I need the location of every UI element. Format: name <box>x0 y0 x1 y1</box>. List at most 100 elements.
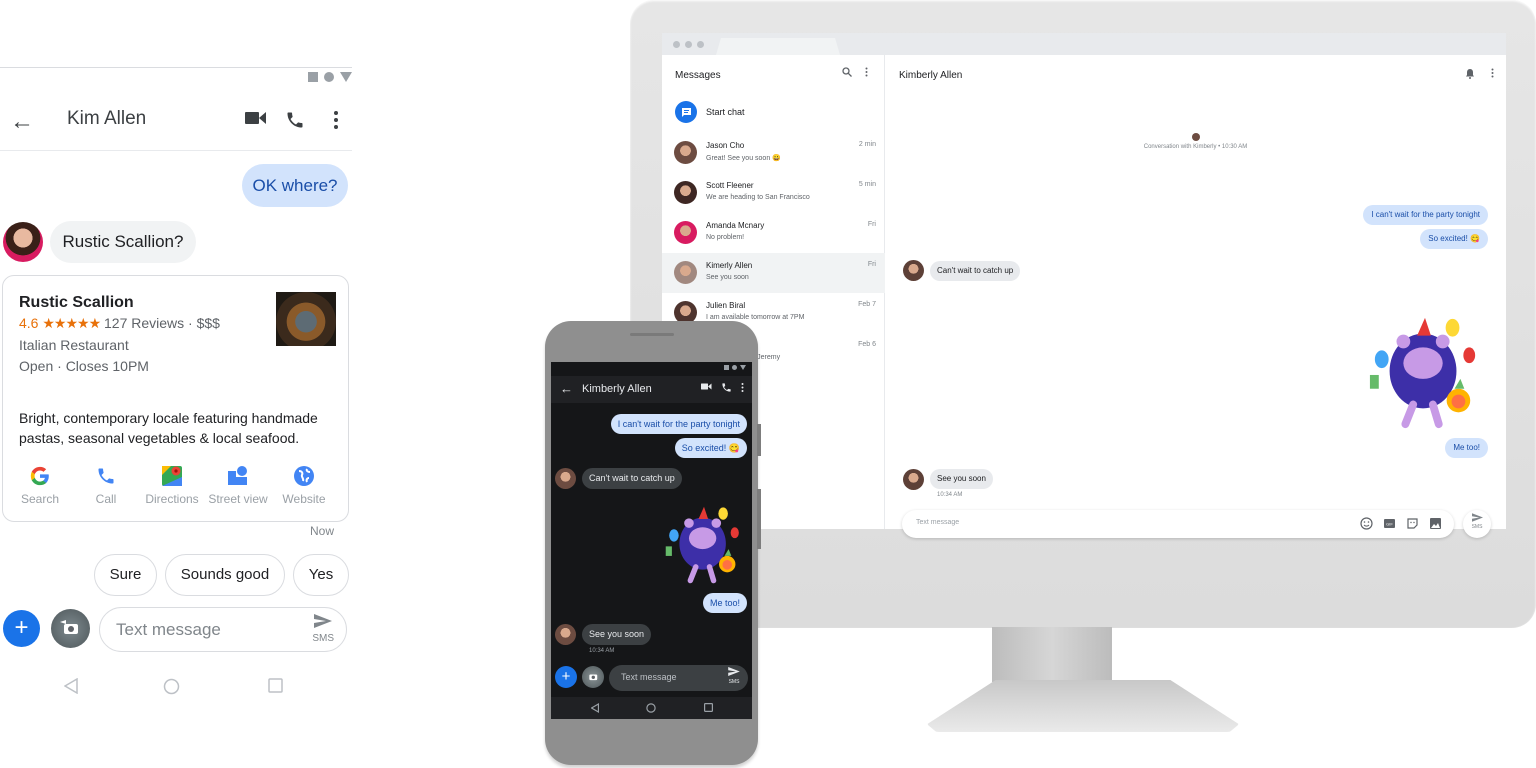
nav-recents-icon[interactable] <box>268 678 283 693</box>
browser-tab[interactable] <box>716 38 840 55</box>
street-view-action[interactable]: Street view <box>205 464 271 506</box>
more-vert-icon[interactable] <box>865 67 868 80</box>
send-label: SMS <box>1471 524 1483 530</box>
party-sticker <box>665 506 739 584</box>
phone-icon[interactable] <box>721 382 732 393</box>
directions-action[interactable]: Directions <box>139 464 205 506</box>
system-nav-bar <box>551 697 752 719</box>
nav-back-icon[interactable] <box>64 678 78 694</box>
smart-reply-sounds-good[interactable]: Sounds good <box>165 554 285 596</box>
status-bar <box>308 72 352 82</box>
gif-icon[interactable]: GIF <box>1383 517 1396 530</box>
place-category: Italian Restaurant <box>19 337 129 353</box>
camera-icon <box>60 620 78 634</box>
chat-pane: Kimberly Allen Conversation with Kimberl… <box>885 55 1506 538</box>
contact-avatar <box>674 181 697 204</box>
action-label: Search <box>20 492 60 506</box>
nav-home-icon[interactable] <box>646 703 656 713</box>
message-timestamp: Now <box>310 524 335 538</box>
outgoing-message: OK where? <box>242 164 348 207</box>
smart-reply-sure[interactable]: Sure <box>94 554 157 596</box>
desktop-screen: Messages Start chat Jason Cho Great! See … <box>662 33 1506 538</box>
phone-icon[interactable] <box>285 110 305 135</box>
add-attachment-button[interactable]: + <box>3 610 40 647</box>
action-label: Street view <box>208 492 268 506</box>
nav-recents-icon[interactable] <box>704 703 713 712</box>
conversation-item[interactable]: Jason Cho Great! See you soon 😀 2 min <box>662 133 885 173</box>
emoji-icon[interactable] <box>1360 517 1373 530</box>
more-vert-icon[interactable] <box>333 110 339 135</box>
send-sms-button[interactable]: SMS <box>312 614 334 644</box>
compose-tools: GIF <box>1360 517 1442 530</box>
message-input[interactable]: Text message SMS <box>609 665 748 691</box>
gallery-camera-button[interactable] <box>51 609 90 648</box>
monitor-stand-neck <box>992 627 1112 682</box>
conversation-preview: We are heading to San Francisco <box>706 194 810 201</box>
place-actions: Search Call Directions Street view Websi… <box>7 464 347 506</box>
nav-back-icon[interactable] <box>591 703 599 713</box>
image-icon[interactable] <box>1429 517 1442 530</box>
outgoing-message: So excited! 😋 <box>674 438 747 458</box>
outgoing-message: I can't wait for the party tonight <box>610 414 747 434</box>
conversation-name: Scott Fleener <box>706 181 754 190</box>
video-call-icon[interactable] <box>701 382 712 391</box>
message-input[interactable]: Text message GIF <box>902 510 1454 538</box>
conversation-preview: Great! See you soon 😀 <box>706 155 781 162</box>
place-name: Rustic Scallion <box>19 294 134 311</box>
more-vert-icon[interactable] <box>1491 68 1494 82</box>
send-icon <box>1471 513 1483 522</box>
more-vert-icon[interactable] <box>741 382 744 393</box>
start-chat-button[interactable]: Start chat <box>675 101 745 123</box>
message-timestamp: 10:34 AM <box>589 648 615 654</box>
status-divider <box>0 67 352 68</box>
plus-icon: + <box>561 668 571 685</box>
camera-icon <box>589 674 598 681</box>
window-control-minimize[interactable] <box>685 41 692 48</box>
call-action[interactable]: Call <box>73 464 139 506</box>
search-action[interactable]: Search <box>7 464 73 506</box>
svg-text:GIF: GIF <box>1386 522 1393 527</box>
battery-icon <box>740 365 746 370</box>
smart-reply-yes[interactable]: Yes <box>293 554 349 596</box>
conversation-time: 5 min <box>858 181 876 188</box>
search-icon[interactable] <box>842 67 855 80</box>
sidebar-title: Messages <box>675 70 721 81</box>
place-rating: 4.6 ★★★★★ 127 Reviews · $$$ <box>19 315 220 332</box>
place-card[interactable]: Rustic Scallion 4.6 ★★★★★ 127 Reviews · … <box>2 275 349 522</box>
app-bar-divider <box>0 150 352 151</box>
wifi-icon <box>732 365 737 370</box>
conversation-item[interactable]: Kimerly Allen See you soon Fri <box>662 253 885 293</box>
message-placeholder: Text message <box>916 519 960 526</box>
action-label: Call <box>95 492 117 506</box>
contact-avatar <box>903 260 924 281</box>
conversation-item[interactable]: Amanda Mcnary No problem! Fri <box>662 213 885 253</box>
status-bar <box>724 365 746 370</box>
wifi-icon <box>324 72 334 82</box>
phone-icon <box>73 464 139 488</box>
website-action[interactable]: Website <box>271 464 337 506</box>
message-placeholder: Text message <box>621 672 677 682</box>
chat-title: Kimberly Allen <box>899 70 963 81</box>
send-sms-button[interactable]: SMS <box>728 667 740 685</box>
contact-avatar <box>3 222 43 262</box>
nav-home-icon[interactable] <box>163 678 180 695</box>
video-call-icon[interactable] <box>245 110 267 131</box>
window-control-close[interactable] <box>673 41 680 48</box>
action-label: Website <box>282 492 326 506</box>
app-bar: ← Kim Allen <box>0 96 352 146</box>
message-input[interactable]: Text message SMS <box>99 607 347 652</box>
add-attachment-button[interactable]: + <box>555 666 577 688</box>
notifications-bell-icon[interactable] <box>1465 68 1475 82</box>
outgoing-message: Me too! <box>702 593 747 613</box>
globe-icon <box>271 464 337 488</box>
conversation-info-text: Conversation with Kimberly • 10:30 AM <box>1143 144 1248 150</box>
street-view-icon <box>205 464 271 488</box>
sticker-icon[interactable] <box>1406 517 1419 530</box>
left-phone-screen: ← Kim Allen OK where? Rustic Scallion? R… <box>0 0 360 768</box>
send-sms-button[interactable]: SMS <box>1463 510 1491 538</box>
back-arrow-icon[interactable]: ← <box>10 108 34 136</box>
gallery-camera-button[interactable] <box>582 666 604 688</box>
window-control-maximize[interactable] <box>697 41 704 48</box>
back-arrow-icon[interactable]: ← <box>560 381 573 396</box>
conversation-item[interactable]: Scott Fleener We are heading to San Franc… <box>662 173 885 213</box>
